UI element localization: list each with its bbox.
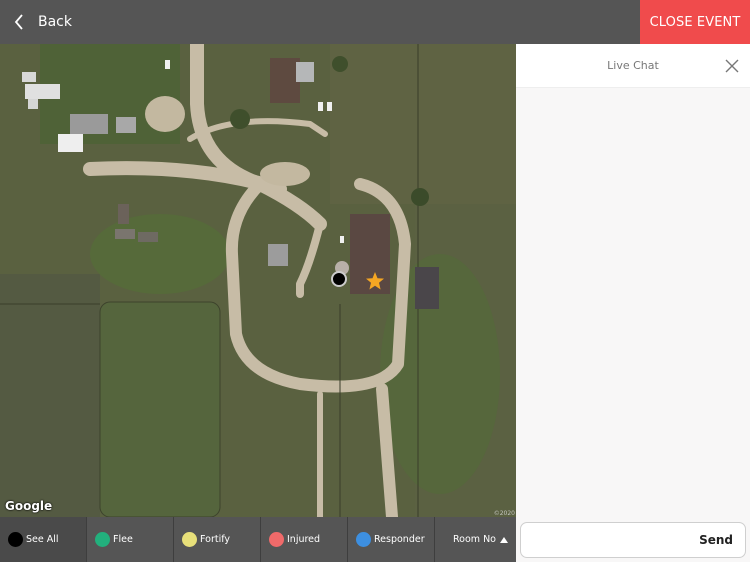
back-label: Back [38,14,72,30]
map-marker-circle[interactable] [331,271,347,287]
filter-fortify[interactable]: Fortify [174,517,261,562]
filter-bar: See All Flee Fortify Injured Responder R… [0,517,516,562]
filter-label: Fortify [200,534,231,545]
chat-messages [516,88,750,516]
chat-input-box: Send [520,522,746,558]
filter-label: See All [26,534,59,545]
filter-flee[interactable]: Flee [87,517,174,562]
filter-label: Flee [113,534,133,545]
map-copyright: ©2020 [493,510,515,517]
satellite-map[interactable]: Google ©2020 [0,44,516,517]
flee-dot-icon [95,532,110,547]
close-event-button[interactable]: CLOSE EVENT [640,0,750,44]
sort-room-no-button[interactable]: Room No [435,517,516,562]
sort-label: Room No [453,534,496,545]
see-all-dot-icon [8,532,23,547]
chat-message-input[interactable] [529,525,689,555]
filter-see-all[interactable]: See All [0,517,87,562]
filter-responder[interactable]: Responder [348,517,435,562]
map-terrain [0,44,516,517]
close-icon[interactable] [724,58,740,74]
send-button[interactable]: Send [699,523,733,557]
google-logo: Google [5,499,53,513]
filter-label: Injured [287,534,321,545]
chat-header: Live Chat [516,44,750,88]
top-bar: Back CLOSE EVENT [0,0,750,44]
fortify-dot-icon [182,532,197,547]
chevron-left-icon [14,14,23,30]
live-chat-panel: Live Chat Send [516,44,750,562]
star-icon[interactable] [365,271,385,291]
filter-injured[interactable]: Injured [261,517,348,562]
injured-dot-icon [269,532,284,547]
filter-label: Responder [374,534,425,545]
chat-title: Live Chat [607,59,659,72]
back-button[interactable]: Back [14,0,72,44]
sort-ascending-icon [500,536,508,543]
responder-dot-icon [356,532,371,547]
